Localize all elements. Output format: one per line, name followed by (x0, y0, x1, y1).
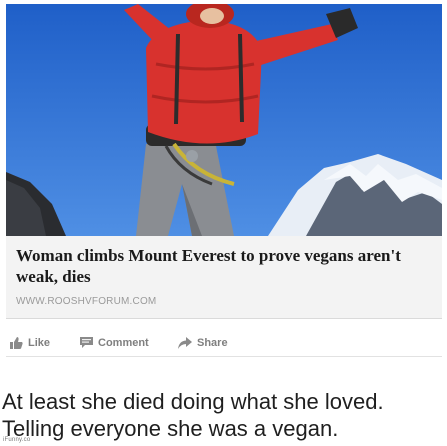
mountain-climber-image (6, 4, 442, 236)
link-preview-card[interactable]: Woman climbs Mount Everest to prove vega… (6, 236, 442, 319)
post-photo[interactable] (6, 4, 442, 236)
share-arrow-icon (178, 337, 192, 349)
meme-caption: At least she died doing what she loved. … (2, 388, 384, 442)
caption-line-1: At least she died doing what she loved. (2, 389, 384, 414)
thumbs-up-icon (10, 337, 23, 349)
like-button[interactable]: Like (10, 335, 50, 351)
like-label: Like (28, 337, 51, 349)
post-action-bar: Like Comment Share (6, 328, 442, 357)
comment-button[interactable]: Comment (80, 335, 149, 351)
link-domain: WWW.ROOSHVFORUM.COM (16, 296, 157, 307)
comment-label: Comment (98, 337, 149, 349)
share-button[interactable]: Share (178, 335, 228, 351)
share-label: Share (197, 337, 228, 349)
caption-line-2: Telling everyone she was a vegan. (2, 416, 339, 441)
comment-icon (80, 337, 93, 349)
link-title[interactable]: Woman climbs Mount Everest to prove vega… (16, 245, 426, 287)
watermark-text: iFunny.co (3, 437, 31, 443)
